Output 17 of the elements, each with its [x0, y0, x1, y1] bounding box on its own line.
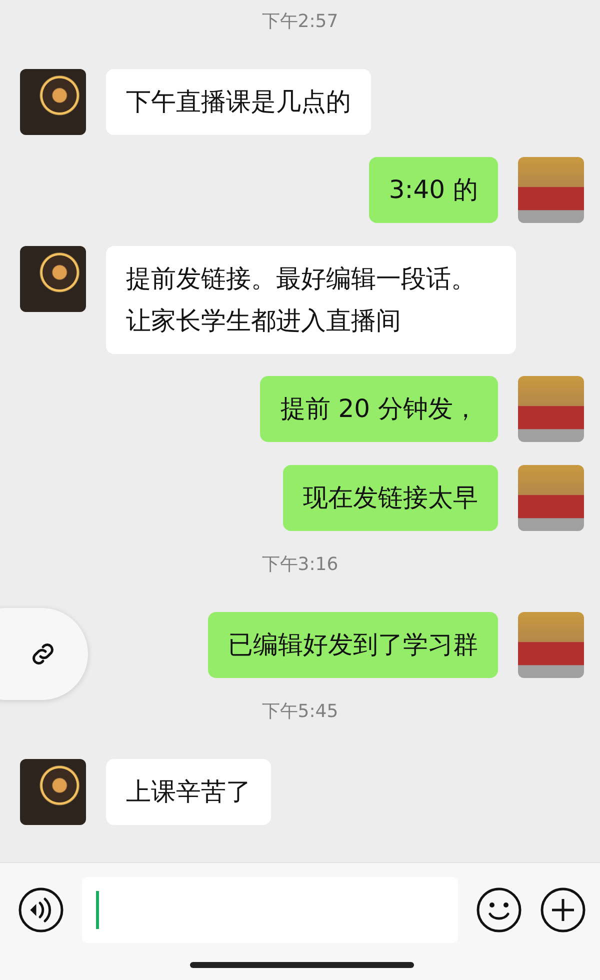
message-bubble: 提前 20 分钟发， — [260, 376, 498, 442]
avatar-photo-placeholder[interactable] — [20, 758, 86, 824]
timestamp: 下午3:16 — [262, 553, 338, 577]
message-bubble: 上课辛苦了 — [106, 758, 271, 824]
message-bubble: 下午直播课是几点的 — [106, 68, 371, 134]
message-bubble: 已编辑好发到了学习群 — [208, 612, 498, 678]
message-bubble: 3:40 的 — [368, 157, 498, 223]
message-bubble: 提前发链接。最好编辑一段话。让家长学生都进入直播间 — [106, 246, 516, 354]
message-input-field[interactable] — [82, 877, 458, 943]
avatar-photo-placeholder[interactable] — [20, 68, 86, 134]
timestamp: 下午2:57 — [262, 10, 338, 34]
message-bubble: 现在发链接太早 — [283, 464, 498, 530]
avatar-photo-placeholder[interactable] — [20, 246, 86, 312]
emoji-icon[interactable] — [476, 887, 522, 933]
plus-icon[interactable] — [540, 887, 586, 933]
timestamp: 下午5:45 — [262, 700, 338, 724]
voice-icon[interactable] — [18, 887, 64, 933]
